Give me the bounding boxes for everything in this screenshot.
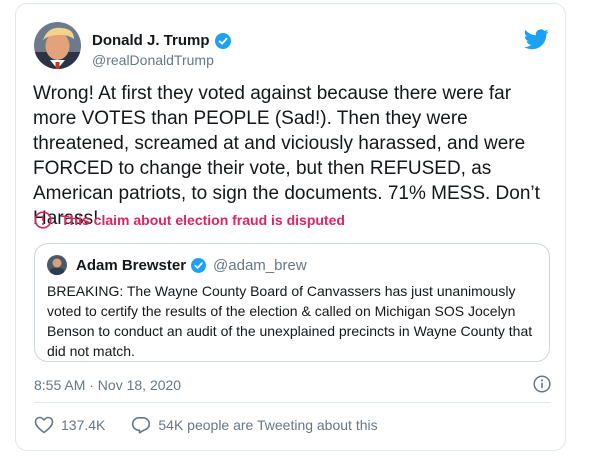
quote-author-handle: @adam_brew	[213, 257, 307, 274]
heart-icon	[34, 416, 54, 434]
disputed-label[interactable]: This claim about election fraud is dispu…	[61, 212, 345, 228]
tweeting-about-link[interactable]: 54K people are Tweeting about this	[131, 416, 378, 434]
tweet-card: Donald J. Trump @realDonaldTrump Wrong! …	[15, 3, 566, 451]
disputed-notice[interactable]: This claim about election fraud is dispu…	[34, 211, 345, 229]
verified-badge-icon	[191, 258, 207, 273]
twitter-bird-icon[interactable]	[524, 29, 549, 50]
info-icon[interactable]	[533, 375, 551, 393]
like-count: 137.4K	[61, 417, 106, 433]
author-avatar[interactable]	[34, 22, 81, 69]
author-name[interactable]: Donald J. Trump	[92, 32, 231, 49]
author-handle[interactable]: @realDonaldTrump	[92, 52, 214, 68]
quote-author: Adam Brewster @adam_brew	[76, 257, 307, 274]
divider	[34, 402, 551, 403]
quote-text: BREAKING: The Wayne County Board of Canv…	[47, 283, 533, 359]
tweet-actions: 137.4K 54K people are Tweeting about thi…	[34, 416, 404, 434]
tweet-text: Wrong! At first they voted against becau…	[33, 83, 540, 229]
quote-author-name: Adam Brewster	[76, 257, 187, 274]
alert-circle-icon	[34, 211, 52, 229]
comment-icon	[132, 417, 151, 434]
verified-badge-icon	[214, 32, 231, 49]
quote-author-avatar	[47, 255, 67, 275]
quoted-tweet[interactable]: Adam Brewster @adam_brew BREAKING: The W…	[34, 243, 550, 362]
like-button[interactable]: 137.4K	[34, 416, 105, 434]
tweet-timestamp[interactable]: 8:55 AM · Nov 18, 2020	[34, 377, 181, 393]
tweeting-about-label[interactable]: 54K people are Tweeting about this	[158, 417, 377, 433]
